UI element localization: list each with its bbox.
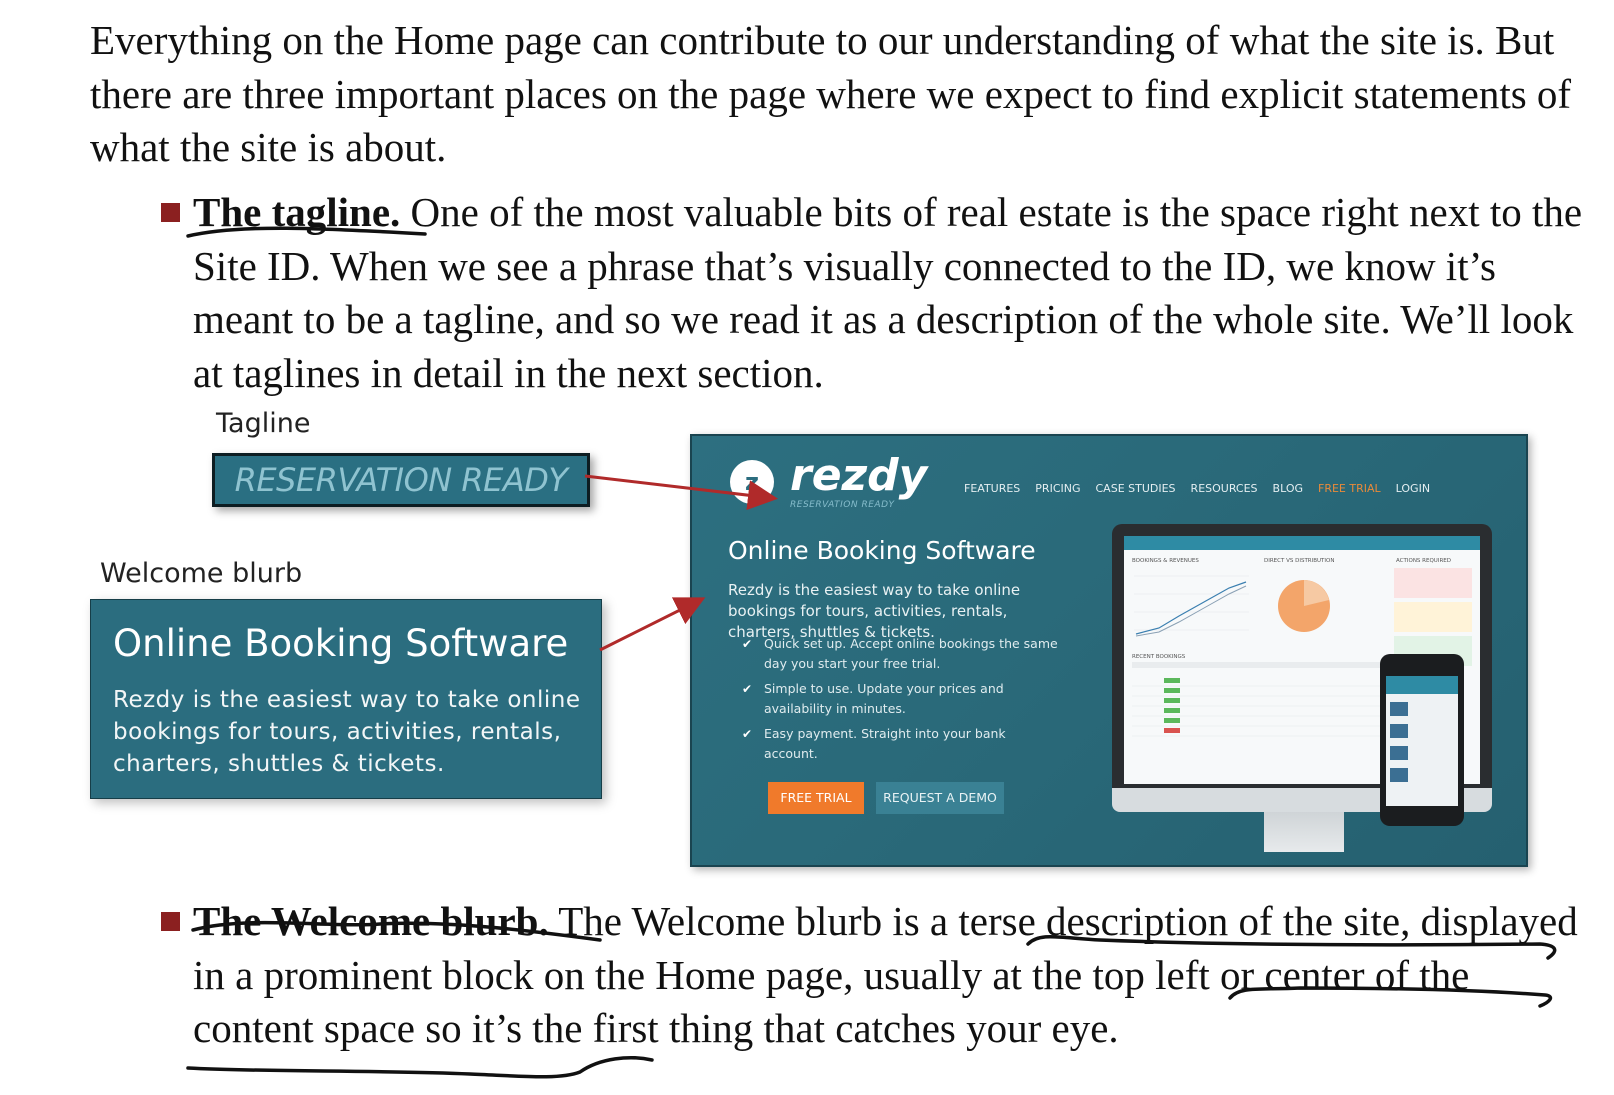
tagline-callout-box: RESERVATION READY — [212, 453, 590, 507]
request-demo-button[interactable]: REQUEST A DEMO — [876, 782, 1004, 814]
bullet-square-icon — [161, 203, 180, 222]
handwritten-underline — [186, 1056, 654, 1079]
nav-resources[interactable]: RESOURCES — [1191, 482, 1258, 495]
checkmark-icon: ✔ — [742, 727, 753, 741]
monitor-stand — [1264, 812, 1344, 852]
intro-paragraph: Everything on the Home page can contribu… — [90, 17, 1572, 170]
welcome-blurb-bullet-title: The Welcome blurb. — [193, 898, 549, 944]
tagline-callout-text: RESERVATION READY — [234, 461, 568, 499]
tagline-bullet-body: One of the most valuable bits of real es… — [193, 189, 1583, 396]
tagline-label: Tagline — [216, 408, 311, 439]
nav-free-trial[interactable]: FREE TRIAL — [1318, 482, 1381, 495]
nav-features[interactable]: FEATURES — [964, 482, 1020, 495]
welcome-blurb-callout-box: Online Booking Software Rezdy is the eas… — [90, 599, 602, 799]
nav-pricing[interactable]: PRICING — [1035, 482, 1080, 495]
welcome-blurb-callout-title: Online Booking Software — [113, 622, 569, 665]
welcome-blurb-label: Welcome blurb — [100, 558, 303, 589]
checkmark-icon: ✔ — [742, 637, 753, 651]
welcome-blurb-arrow — [599, 597, 706, 652]
tagline-bullet: The tagline. One of the most valuable bi… — [193, 186, 1593, 400]
feature-check-item: ✔ Simple to use. Update your prices and a… — [742, 681, 1004, 716]
rezdy-logo-tagline: RESERVATION READY — [790, 500, 895, 510]
dashboard-recent-label: RECENT BOOKINGS — [1132, 654, 1186, 660]
phone-illustration — [1380, 654, 1464, 826]
site-heading: Online Booking Software — [728, 536, 1036, 565]
welcome-blurb-callout-text: Rezdy is the easiest way to take online … — [113, 687, 581, 777]
nav-blog[interactable]: BLOG — [1273, 482, 1303, 495]
rezdy-logo-icon: z — [730, 460, 774, 504]
rezdy-homepage-screenshot: z rezdy RESERVATION READY FEATURES PRICI… — [690, 434, 1528, 867]
nav-case-studies[interactable]: CASE STUDIES — [1096, 482, 1176, 495]
feature-check-item: ✔ Quick set up. Accept online bookings th… — [742, 636, 1058, 671]
nav-login[interactable]: LOGIN — [1396, 482, 1430, 495]
phone-screen — [1386, 676, 1458, 806]
welcome-blurb-bullet: The Welcome blurb. The Welcome blurb is … — [193, 895, 1593, 1056]
bullet-square-icon — [161, 912, 180, 931]
tagline-bullet-title: The tagline. — [193, 189, 401, 235]
rezdy-logo-wordmark: rezdy — [790, 450, 928, 501]
site-nav: FEATURES PRICING CASE STUDIES RESOURCES … — [964, 482, 1430, 495]
checkmark-icon: ✔ — [742, 682, 753, 696]
feature-check-item: ✔ Easy payment. Straight into your bank a… — [742, 726, 1006, 761]
free-trial-button[interactable]: FREE TRIAL — [768, 782, 864, 814]
